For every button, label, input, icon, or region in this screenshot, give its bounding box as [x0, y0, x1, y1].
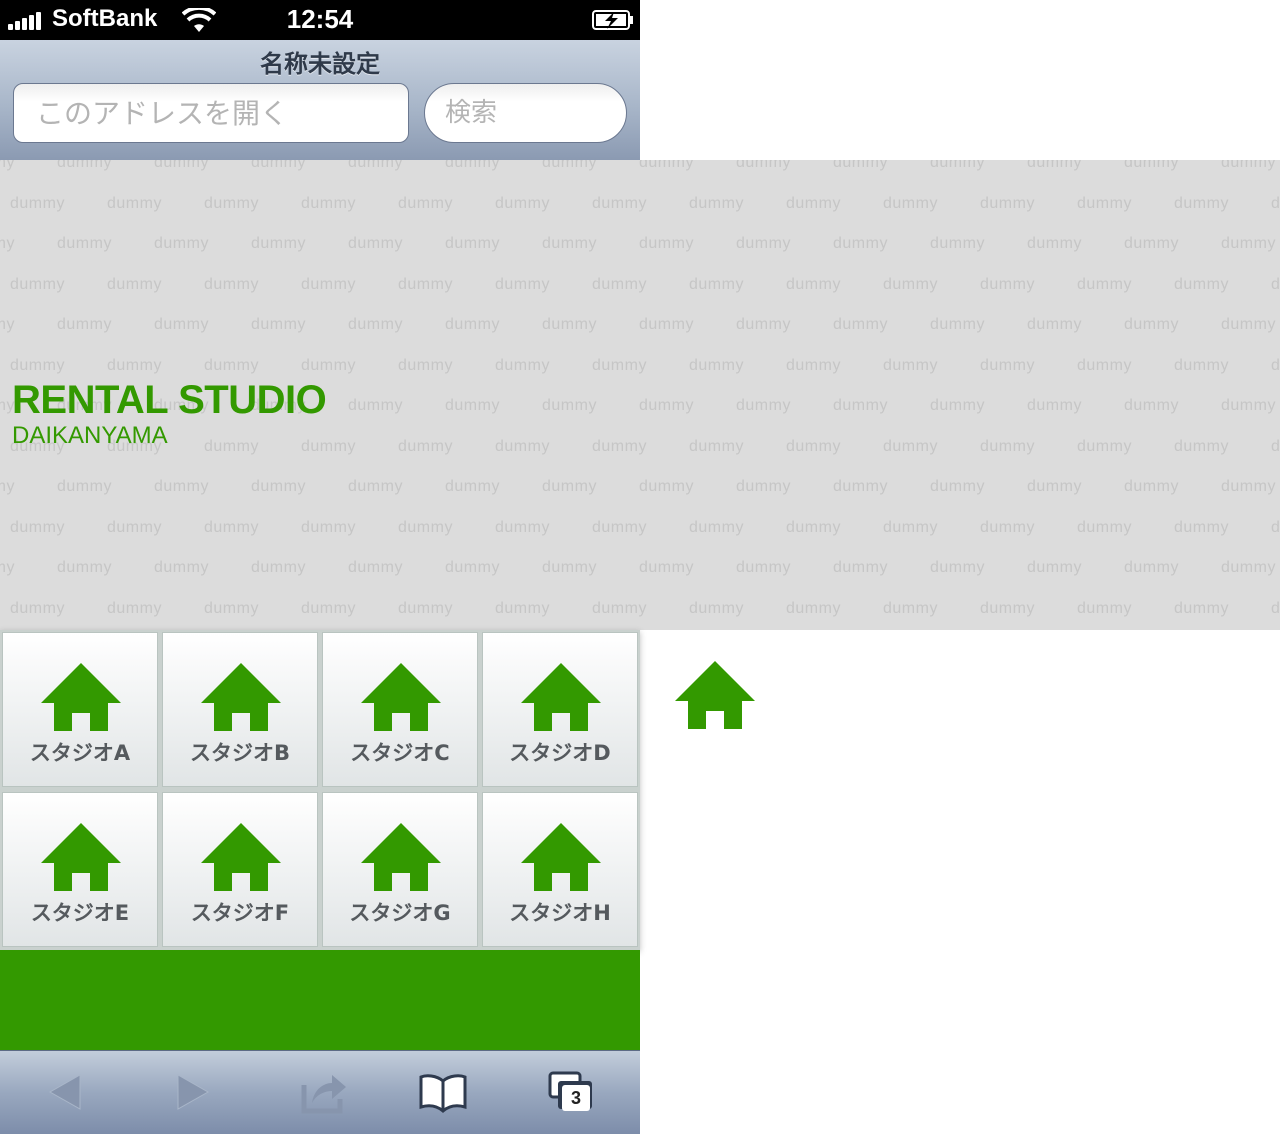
- background-text-row: dummydummydummydummydummydummydummydummy…: [0, 478, 1276, 495]
- studio-tile-e[interactable]: スタジオE: [2, 792, 158, 947]
- bookmarks-icon[interactable]: [418, 1069, 468, 1115]
- studio-tile-a[interactable]: スタジオA: [2, 632, 158, 787]
- brand-title: RENTAL STUDIO: [12, 378, 327, 422]
- house-icon: [201, 823, 281, 891]
- search-input[interactable]: [424, 83, 627, 143]
- studio-tile-b[interactable]: スタジオB: [162, 632, 318, 787]
- studio-tile-h[interactable]: スタジオH: [482, 792, 638, 947]
- house-icon: [361, 823, 441, 891]
- background-text-row: dummydummydummydummydummydummydummydummy…: [10, 194, 1280, 212]
- battery-charging-icon: [592, 10, 633, 30]
- studio-tile-c[interactable]: スタジオC: [322, 632, 478, 787]
- page-title: 名称未設定: [260, 50, 380, 78]
- house-icon: [675, 661, 755, 729]
- clock: 12:54: [286, 4, 354, 34]
- studio-tile-d[interactable]: スタジオD: [482, 632, 638, 787]
- background-text-row: dummydummydummydummydummydummydummydummy…: [0, 559, 1276, 576]
- house-icon: [521, 823, 601, 891]
- studio-label: スタジオC: [350, 741, 450, 765]
- studio-tile-f[interactable]: スタジオF: [162, 792, 318, 947]
- background-text-row: dummydummydummydummydummydummydummydummy…: [10, 275, 1280, 293]
- back-icon[interactable]: [40, 1069, 90, 1115]
- background-text-row: dummydummydummydummydummydummydummydummy…: [0, 160, 1276, 171]
- url-input[interactable]: [13, 83, 409, 143]
- studio-label: スタジオE: [30, 901, 130, 925]
- browser-address-bar: 名称未設定: [0, 40, 640, 160]
- house-icon: [201, 663, 281, 731]
- background-text-row: dummydummydummydummydummydummydummydummy…: [10, 356, 1280, 374]
- studio-label: スタジオH: [509, 901, 611, 925]
- brand-logo: RENTAL STUDIO DAIKANYAMA: [12, 378, 327, 450]
- house-icon: [41, 823, 121, 891]
- background-text-row: dummydummydummydummydummydummydummydummy…: [10, 518, 1280, 536]
- share-icon[interactable]: [298, 1069, 348, 1115]
- house-icon: [361, 663, 441, 731]
- browser-toolbar: [0, 1050, 640, 1134]
- background-text-row: dummydummydummydummydummydummydummydummy…: [0, 316, 1276, 333]
- forward-icon[interactable]: [168, 1069, 218, 1115]
- house-icon: [521, 663, 601, 731]
- background-text-row: dummydummydummydummydummydummydummydummy…: [0, 235, 1276, 252]
- studio-label: スタジオB: [189, 741, 290, 765]
- hero-banner: dummydummydummydummydummydummydummydummy…: [0, 160, 1280, 630]
- status-bar: SoftBank 12:54: [0, 0, 640, 40]
- studio-label: スタジオF: [190, 901, 290, 925]
- studio-label: スタジオA: [29, 741, 131, 765]
- tab-count-badge: 3: [562, 1085, 590, 1111]
- studio-grid: スタジオA スタジオB スタジオC スタジオD スタジオE スタジオF スタジオ…: [0, 630, 640, 950]
- studio-tile-g[interactable]: スタジオG: [322, 792, 478, 947]
- footer-band: [0, 950, 640, 1050]
- studio-label: スタジオG: [349, 901, 451, 925]
- studio-label: スタジオD: [509, 741, 611, 765]
- background-text-row: dummydummydummydummydummydummydummydummy…: [10, 599, 1280, 617]
- house-icon: [41, 663, 121, 731]
- brand-subtitle: DAIKANYAMA: [12, 422, 168, 449]
